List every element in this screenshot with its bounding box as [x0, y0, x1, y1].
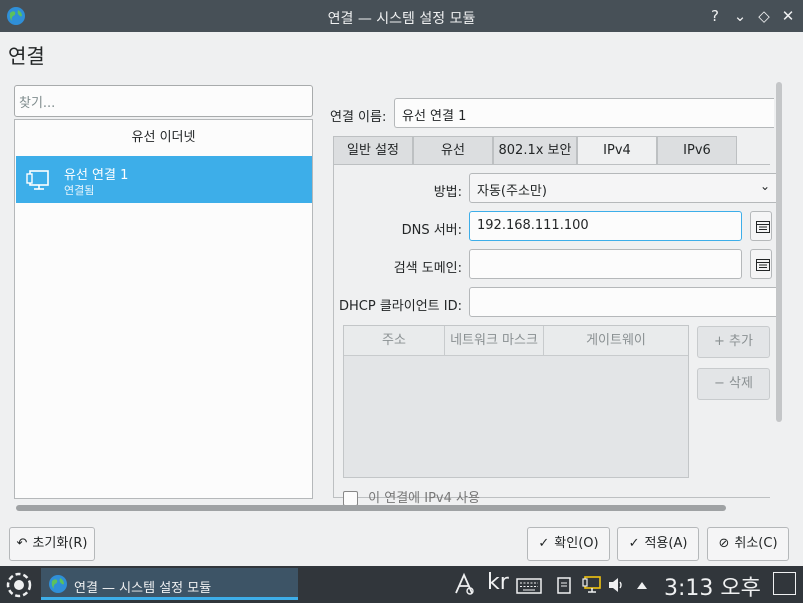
- search-input[interactable]: 찾기...: [14, 85, 313, 117]
- dns-field[interactable]: 192.168.111.100: [469, 211, 742, 241]
- connection-list[interactable]: 유선 이더넷 유선 연결 1 연결됨: [14, 119, 313, 499]
- check-icon: ✓: [538, 536, 550, 551]
- tab-ipv4[interactable]: IPv4: [577, 136, 657, 165]
- column-address[interactable]: 주소: [344, 326, 445, 356]
- input-method-icon[interactable]: [453, 572, 475, 596]
- connection-name: 유선 연결 1: [64, 168, 129, 183]
- page-title: 연결: [8, 44, 45, 68]
- method-select[interactable]: 자동(주소만) ⌄: [469, 173, 779, 203]
- keyboard-layout-indicator[interactable]: kr: [487, 570, 509, 595]
- add-address-button[interactable]: + 추가: [697, 326, 770, 358]
- method-value: 자동(주소만): [477, 184, 547, 199]
- cancel-icon: ⊘: [718, 536, 730, 551]
- tab-general[interactable]: 일반 설정: [333, 136, 413, 164]
- dns-edit-button[interactable]: [750, 211, 772, 241]
- window-titlebar[interactable]: 연결 — 시스템 설정 모듈 ? ⌄ ◇ ✕: [0, 0, 803, 32]
- task-label: 연결 — 시스템 설정 모듈: [74, 581, 212, 596]
- use-ipv4-label: 이 연결에 IPv4 사용: [368, 491, 480, 506]
- tab-8021x-security[interactable]: 802.1x 보안: [493, 136, 577, 164]
- vertical-scrollbar[interactable]: [776, 82, 782, 422]
- cancel-label: 취소(C): [734, 536, 778, 551]
- maximize-button[interactable]: ◇: [753, 5, 775, 27]
- use-ipv4-checkbox-row[interactable]: 이 연결에 IPv4 사용: [343, 487, 480, 506]
- expand-tray-icon[interactable]: [636, 580, 648, 590]
- method-label: 방법:: [433, 185, 462, 200]
- taskbar: 연결 — 시스템 설정 모듈 kr 3:13 오후: [0, 566, 803, 603]
- volume-icon[interactable]: [608, 577, 626, 593]
- application-launcher-icon[interactable]: [5, 571, 33, 599]
- address-table[interactable]: 주소 네트워크 마스크 게이트웨이: [343, 325, 689, 478]
- apply-button[interactable]: ✓ 적용(A): [617, 527, 699, 561]
- dhcp-client-id-label: DHCP 클라이언트 ID:: [339, 299, 462, 314]
- list-edit-icon: [756, 221, 770, 233]
- task-settings-window[interactable]: 연결 — 시스템 설정 모듈: [41, 568, 298, 600]
- group-header-wired: 유선 이더넷: [131, 130, 196, 145]
- keyboard-icon[interactable]: [516, 578, 542, 594]
- horizontal-scrollbar[interactable]: [16, 505, 726, 511]
- ok-label: 확인(O): [554, 536, 599, 551]
- reset-label: 초기화(R): [32, 536, 88, 551]
- reset-button[interactable]: ↶ 초기화(R): [9, 527, 95, 561]
- remove-address-button[interactable]: − 삭제: [697, 368, 770, 400]
- help-button[interactable]: ?: [704, 5, 726, 27]
- apply-label: 적용(A): [644, 536, 688, 551]
- check-icon: ✓: [628, 536, 640, 551]
- dns-label: DNS 서버:: [401, 223, 462, 238]
- wired-network-icon: [26, 170, 49, 190]
- cancel-button[interactable]: ⊘ 취소(C): [707, 527, 789, 561]
- column-netmask[interactable]: 네트워크 마스크: [445, 326, 544, 356]
- connection-name-label: 연결 이름:: [330, 110, 387, 125]
- window-title: 연결 — 시스템 설정 모듈: [327, 11, 476, 27]
- chevron-down-icon: ⌄: [760, 179, 771, 193]
- search-domain-edit-button[interactable]: [750, 249, 772, 279]
- tab-ipv6[interactable]: IPv6: [657, 136, 737, 164]
- show-desktop-button[interactable]: [773, 572, 796, 595]
- clock[interactable]: 3:13 오후: [664, 570, 761, 602]
- minimize-button[interactable]: ⌄: [729, 5, 751, 27]
- search-domain-label: 검색 도메인:: [393, 261, 462, 276]
- ok-button[interactable]: ✓ 확인(O): [527, 527, 610, 561]
- globe-icon: [49, 575, 67, 593]
- clipboard-icon[interactable]: [557, 576, 571, 594]
- search-domain-field[interactable]: [469, 249, 742, 279]
- column-gateway[interactable]: 게이트웨이: [544, 326, 688, 356]
- connection-status: 연결됨: [64, 184, 95, 197]
- close-button[interactable]: ✕: [777, 5, 799, 27]
- network-wired-icon[interactable]: [582, 575, 602, 595]
- use-ipv4-checkbox[interactable]: [343, 491, 358, 506]
- undo-icon: ↶: [16, 536, 28, 551]
- connection-name-field[interactable]: 유선 연결 1: [394, 98, 774, 128]
- connection-item-wired-1[interactable]: 유선 연결 1 연결됨: [16, 156, 312, 203]
- tab-wired[interactable]: 유선: [413, 136, 493, 164]
- list-edit-icon: [756, 259, 770, 271]
- dhcp-client-id-field[interactable]: [469, 287, 779, 317]
